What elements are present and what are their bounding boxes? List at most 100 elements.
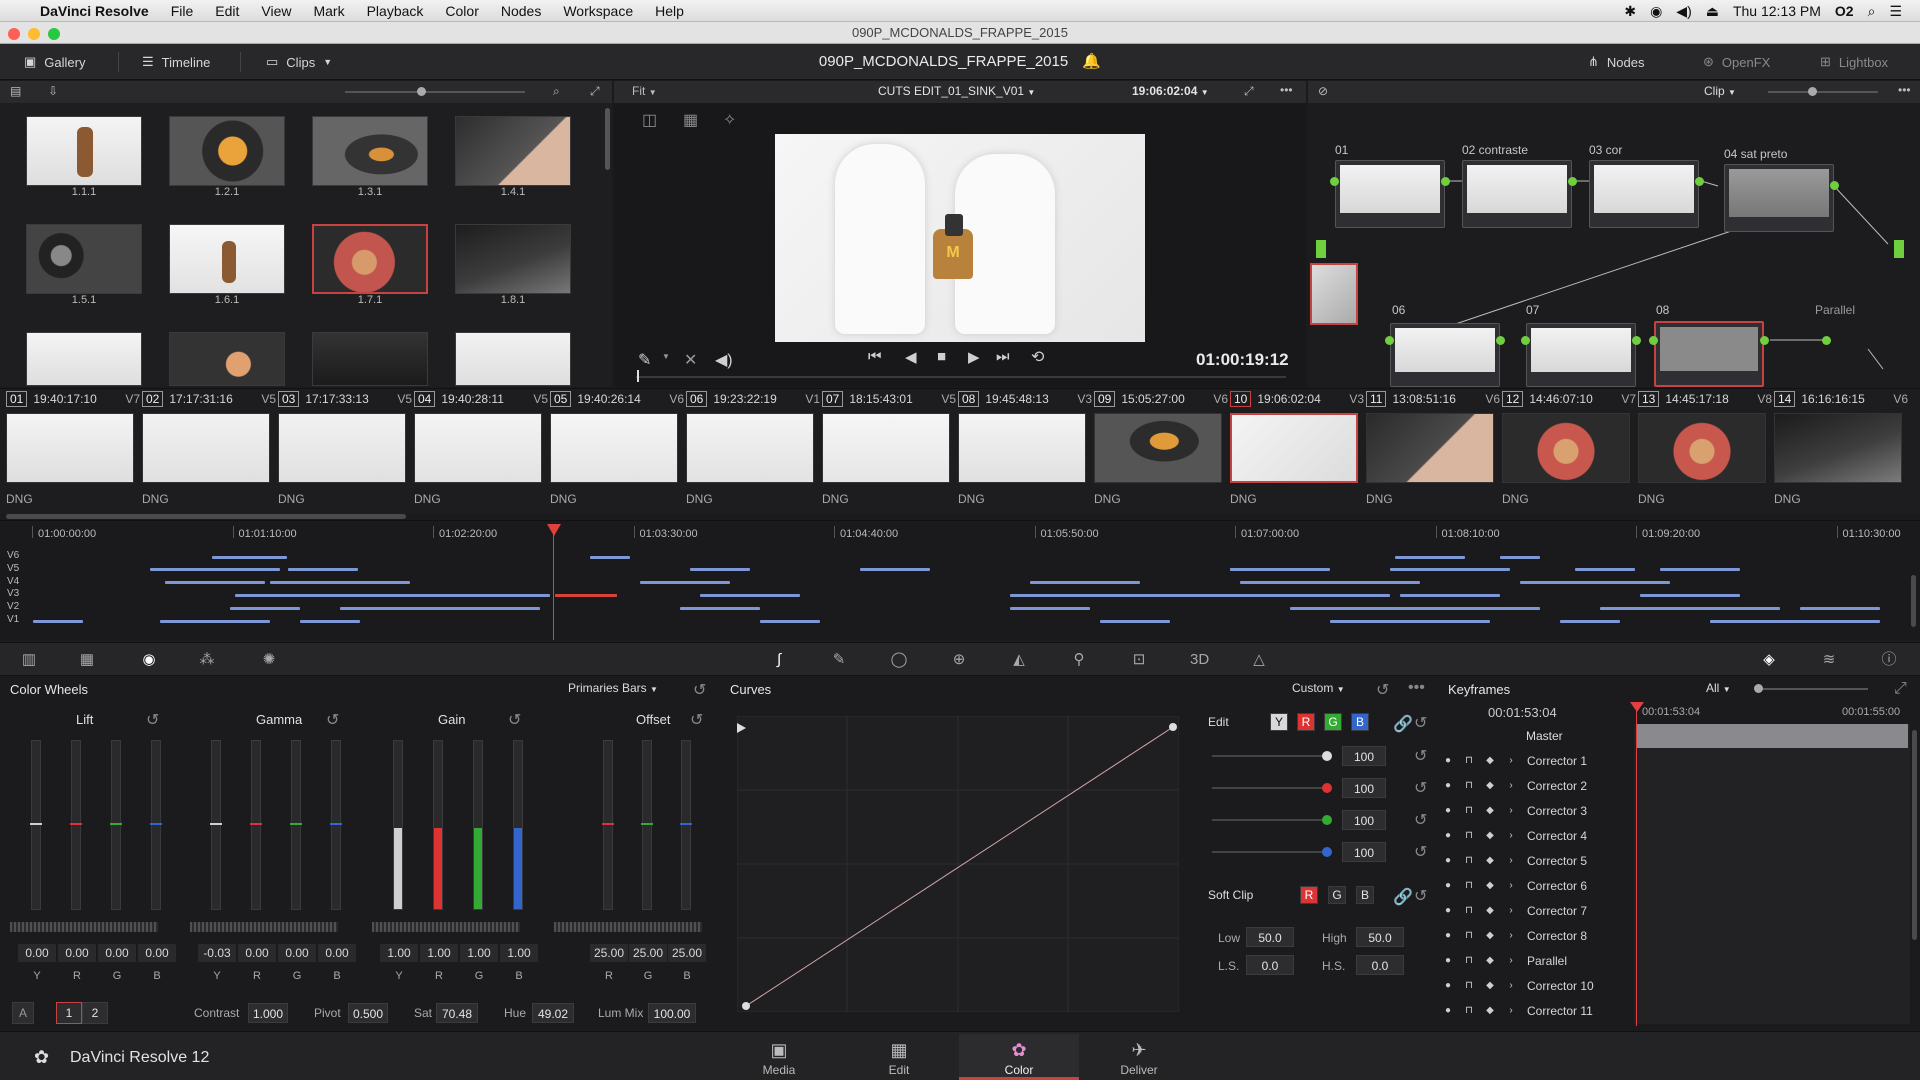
low-field[interactable]: 50.0 xyxy=(1246,927,1294,947)
timeline-clip[interactable] xyxy=(1600,607,1780,610)
keyframe-row[interactable]: ● ⊓ ◆ › Corrector 4 xyxy=(1443,823,1633,848)
wheel-value-field[interactable]: 1.00 xyxy=(460,944,498,962)
enable-dot-icon[interactable]: ● xyxy=(1443,905,1453,916)
gallery-import-icon[interactable]: ⇩ xyxy=(48,84,58,98)
pivot-field[interactable]: 0.500 xyxy=(348,1003,388,1023)
curves-icon[interactable]: ∫ xyxy=(770,652,788,668)
curve-channel-g[interactable]: G xyxy=(1324,713,1342,731)
still-thumbnail[interactable] xyxy=(455,332,571,386)
wheel-master-dial[interactable] xyxy=(10,922,158,932)
wheel-reset-icon[interactable]: ↺ xyxy=(326,710,339,730)
step-back-icon[interactable]: ◀ xyxy=(905,348,917,366)
primary-bar[interactable] xyxy=(680,740,692,910)
eyedropper-icon[interactable]: ✎ xyxy=(638,350,651,370)
intensity-slider[interactable] xyxy=(1212,755,1330,757)
node-tree-output[interactable] xyxy=(1894,240,1904,258)
menu-nodes[interactable]: Nodes xyxy=(501,3,541,19)
node-output-dot[interactable] xyxy=(1441,177,1450,186)
page-tab-deliver[interactable]: ✈ Deliver xyxy=(1079,1034,1199,1080)
high-field[interactable]: 50.0 xyxy=(1356,927,1404,947)
softclip-channel-r[interactable]: R xyxy=(1300,886,1318,904)
motion-effects-icon[interactable]: ✺ xyxy=(260,652,278,668)
wheel-value-field[interactable]: 0.00 xyxy=(238,944,276,962)
lock-icon[interactable]: ⊓ xyxy=(1464,855,1474,866)
primary-bar[interactable] xyxy=(602,740,614,910)
clip-thumbnail[interactable] xyxy=(686,413,814,483)
window-close-button[interactable] xyxy=(8,28,20,40)
timeline-clip[interactable] xyxy=(1010,607,1090,610)
clip-thumbnail[interactable] xyxy=(6,413,134,483)
viewer-zoom-dropdown[interactable]: Fit ▼ xyxy=(632,84,657,98)
intensity-reset-icon[interactable]: ↺ xyxy=(1414,778,1427,798)
node-zoom-handle[interactable] xyxy=(1808,87,1817,96)
keyframe-diamond-icon[interactable]: ◆ xyxy=(1485,1005,1495,1016)
timeline-clip[interactable] xyxy=(1660,568,1740,571)
node-output-dot[interactable] xyxy=(1760,336,1769,345)
wifi-icon[interactable]: ◉ xyxy=(1650,3,1662,20)
intensity-reset-icon[interactable]: ↺ xyxy=(1414,746,1427,766)
lock-icon[interactable]: ⊓ xyxy=(1464,980,1474,991)
node-output-dot[interactable] xyxy=(1695,177,1704,186)
lock-icon[interactable]: ⊓ xyxy=(1464,955,1474,966)
still-thumbnail[interactable] xyxy=(312,116,428,186)
menu-clock[interactable]: Thu 12:13 PM xyxy=(1733,3,1821,19)
timeline-clip[interactable] xyxy=(680,607,760,610)
wheel-value-field[interactable]: 25.00 xyxy=(668,944,706,962)
expand-chevron-icon[interactable]: › xyxy=(1506,755,1516,766)
keyframe-diamond-icon[interactable]: ◆ xyxy=(1485,955,1495,966)
primary-bar[interactable] xyxy=(30,740,42,910)
close-icon[interactable]: ✕ xyxy=(684,350,697,370)
page-2-button[interactable]: 2 xyxy=(82,1002,108,1024)
wheel-master-dial[interactable] xyxy=(190,922,338,932)
timeline-clip[interactable] xyxy=(1030,581,1140,584)
viewer-scrubber-handle[interactable] xyxy=(637,370,639,382)
clip-thumbnail[interactable] xyxy=(550,413,678,483)
viewer-scrubber[interactable] xyxy=(636,376,1286,378)
timeline-clip[interactable] xyxy=(1390,568,1510,571)
contrast-field[interactable]: 1.000 xyxy=(248,1003,288,1023)
primary-bar[interactable] xyxy=(641,740,653,910)
timeline-clip[interactable] xyxy=(1230,568,1290,571)
intensity-slider[interactable] xyxy=(1212,787,1330,789)
keyframe-diamond-icon[interactable]: ◆ xyxy=(1485,855,1495,866)
wheel-value-field[interactable]: -0.03 xyxy=(198,944,236,962)
intensity-slider-handle[interactable] xyxy=(1322,783,1332,793)
timeline-clip[interactable] xyxy=(690,568,750,571)
timeline-clip[interactable] xyxy=(1575,568,1635,571)
menu-help[interactable]: Help xyxy=(655,3,684,19)
keyframes-track-area[interactable] xyxy=(1634,724,1910,1024)
wheel-reset-icon[interactable]: ↺ xyxy=(146,710,159,730)
timeline-clip[interactable] xyxy=(230,607,300,610)
menu-mark[interactable]: Mark xyxy=(313,3,344,19)
gallery-button[interactable]: ▣ Gallery xyxy=(24,44,85,80)
clip-thumbnail[interactable] xyxy=(1774,413,1902,483)
node-output-dot[interactable] xyxy=(1496,336,1505,345)
keyframe-diamond-icon[interactable]: ◆ xyxy=(1485,930,1495,941)
info-icon[interactable]: ⓘ xyxy=(1880,652,1898,668)
lock-icon[interactable]: ⊓ xyxy=(1464,1005,1474,1016)
node-input-dot[interactable] xyxy=(1330,177,1339,186)
clip-thumbnail[interactable] xyxy=(1366,413,1494,483)
clips-button[interactable]: ▭ Clips ▼ xyxy=(266,44,332,80)
wheel-value-field[interactable]: 1.00 xyxy=(420,944,458,962)
timeline-clip[interactable] xyxy=(1640,594,1740,597)
timeline-button[interactable]: ☰ Timeline xyxy=(142,44,210,80)
clip-thumbnail[interactable] xyxy=(142,413,270,483)
node-mode-dropdown[interactable]: Clip ▼ xyxy=(1704,84,1736,98)
intensity-slider-handle[interactable] xyxy=(1322,815,1332,825)
curves-options-icon[interactable]: ••• xyxy=(1408,679,1425,697)
clip-thumbnail[interactable] xyxy=(414,413,542,483)
softclip-channel-b[interactable]: B xyxy=(1356,886,1374,904)
keyframes-playhead-marker[interactable] xyxy=(1630,702,1644,712)
expand-chevron-icon[interactable]: › xyxy=(1506,780,1516,791)
softclip-link-icon[interactable]: 🔗 xyxy=(1393,887,1413,907)
timeline-clip[interactable] xyxy=(1330,620,1490,623)
rgb-mixer-icon[interactable]: ⁂ xyxy=(198,652,216,668)
enable-dot-icon[interactable]: ● xyxy=(1443,955,1453,966)
keyframe-row[interactable]: ● ⊓ ◆ › Corrector 6 xyxy=(1443,873,1633,898)
keyframes-master-track[interactable] xyxy=(1636,724,1908,748)
expand-chevron-icon[interactable]: › xyxy=(1506,905,1516,916)
wheel-master-dial[interactable] xyxy=(554,922,702,932)
color-wheels-icon[interactable]: ◉ xyxy=(140,652,158,668)
gallery-list-icon[interactable]: ▤ xyxy=(10,84,21,98)
